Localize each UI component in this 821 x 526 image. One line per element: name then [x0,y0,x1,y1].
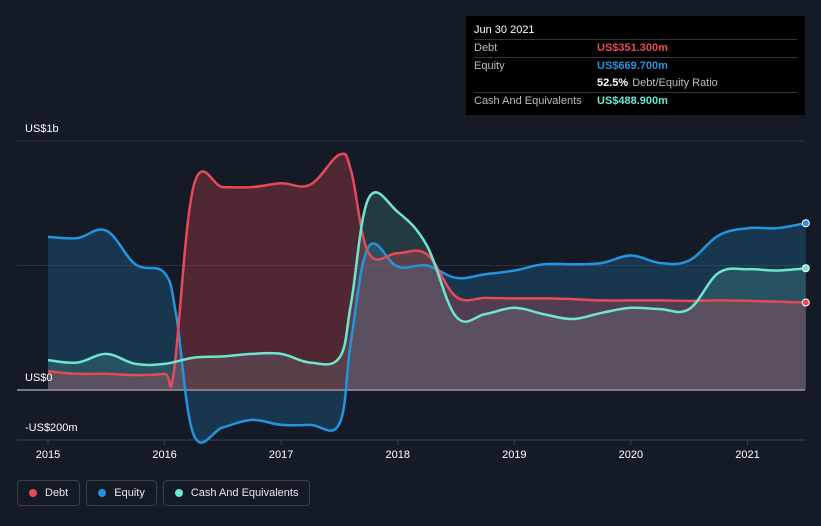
x-tick-label-2019: 2019 [502,449,526,461]
x-tick-label-2016: 2016 [152,449,176,461]
series-areas [48,153,806,443]
legend-label-equity: Equity [114,487,145,499]
endpoint-cash-and-equivalents [801,264,810,273]
tooltip-cash-label: Cash And Equivalents [474,95,582,107]
x-tick-label-2021: 2021 [735,449,759,461]
x-tick-label-2018: 2018 [386,449,410,461]
x-tick-label-2020: 2020 [619,449,643,461]
tooltip-equity-value: US$669.700m [597,60,668,72]
tooltip-date: Jun 30 2021 [474,24,535,36]
y-tick-label-1: US$0 [25,372,53,384]
tooltip-row-debt: Debt US$351.300m [474,39,797,57]
tooltip-ratio-value: 52.5% [597,77,629,89]
legend-label-cash: Cash And Equivalents [190,487,299,499]
legend-item-debt[interactable]: Debt [17,480,81,506]
tooltip-ratio-label: Debt/Equity Ratio [632,77,718,89]
hover-tooltip: Jun 30 2021 Debt US$351.300m Equity US$6… [466,16,805,115]
tooltip-debt-label: Debt [474,42,498,54]
tooltip-debt-value: US$351.300m [597,42,668,54]
legend-item-equity[interactable]: Equity [86,480,157,506]
x-tick-label-2015: 2015 [36,449,60,461]
x-tick-label-2017: 2017 [269,449,293,461]
tooltip-row-cash: Cash And Equivalents US$488.900m [474,92,797,110]
endpoint-debt [801,298,810,307]
legend-item-cash[interactable]: Cash And Equivalents [162,480,311,506]
legend-label-debt: Debt [45,487,69,499]
legend-dot-equity [98,489,107,497]
tooltip-equity-label: Equity [474,60,505,72]
y-tick-label-0: US$1b [25,123,59,135]
legend-dot-cash [174,489,183,497]
y-tick-label-2: -US$200m [25,422,78,434]
legend-dot-debt [29,489,37,497]
tooltip-cash-value: US$488.900m [597,95,668,107]
tooltip-row-ratio: 52.5% Debt/Equity Ratio [474,75,797,92]
tooltip-row-equity: Equity US$669.700m [474,57,797,75]
endpoint-equity [801,219,810,228]
x-axis: 2015 2016 2017 2018 2019 2020 2021 [36,440,760,461]
chart-legend: Debt Equity Cash And Equivalents [17,480,316,506]
